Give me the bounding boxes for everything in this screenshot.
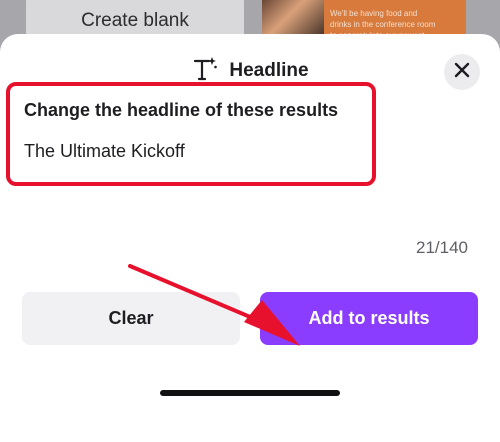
clear-button[interactable]: Clear — [22, 292, 240, 345]
sheet-title: Headline — [229, 60, 309, 81]
close-button[interactable] — [444, 54, 480, 90]
promo-line: drinks in the conference room — [330, 20, 436, 29]
add-to-results-button[interactable]: Add to results — [260, 292, 478, 345]
home-indicator — [160, 390, 340, 396]
promo-line: We'll be having food and — [330, 9, 418, 18]
headline-prompt: Change the headline of these results — [24, 100, 339, 120]
character-counter: 21/140 — [416, 238, 468, 257]
headline-input[interactable]: The Ultimate Kickoff — [24, 141, 372, 162]
headline-edit-field[interactable]: Change the headline of these results The… — [6, 82, 376, 186]
create-blank-label: Create blank — [81, 10, 189, 31]
close-icon — [454, 62, 470, 83]
